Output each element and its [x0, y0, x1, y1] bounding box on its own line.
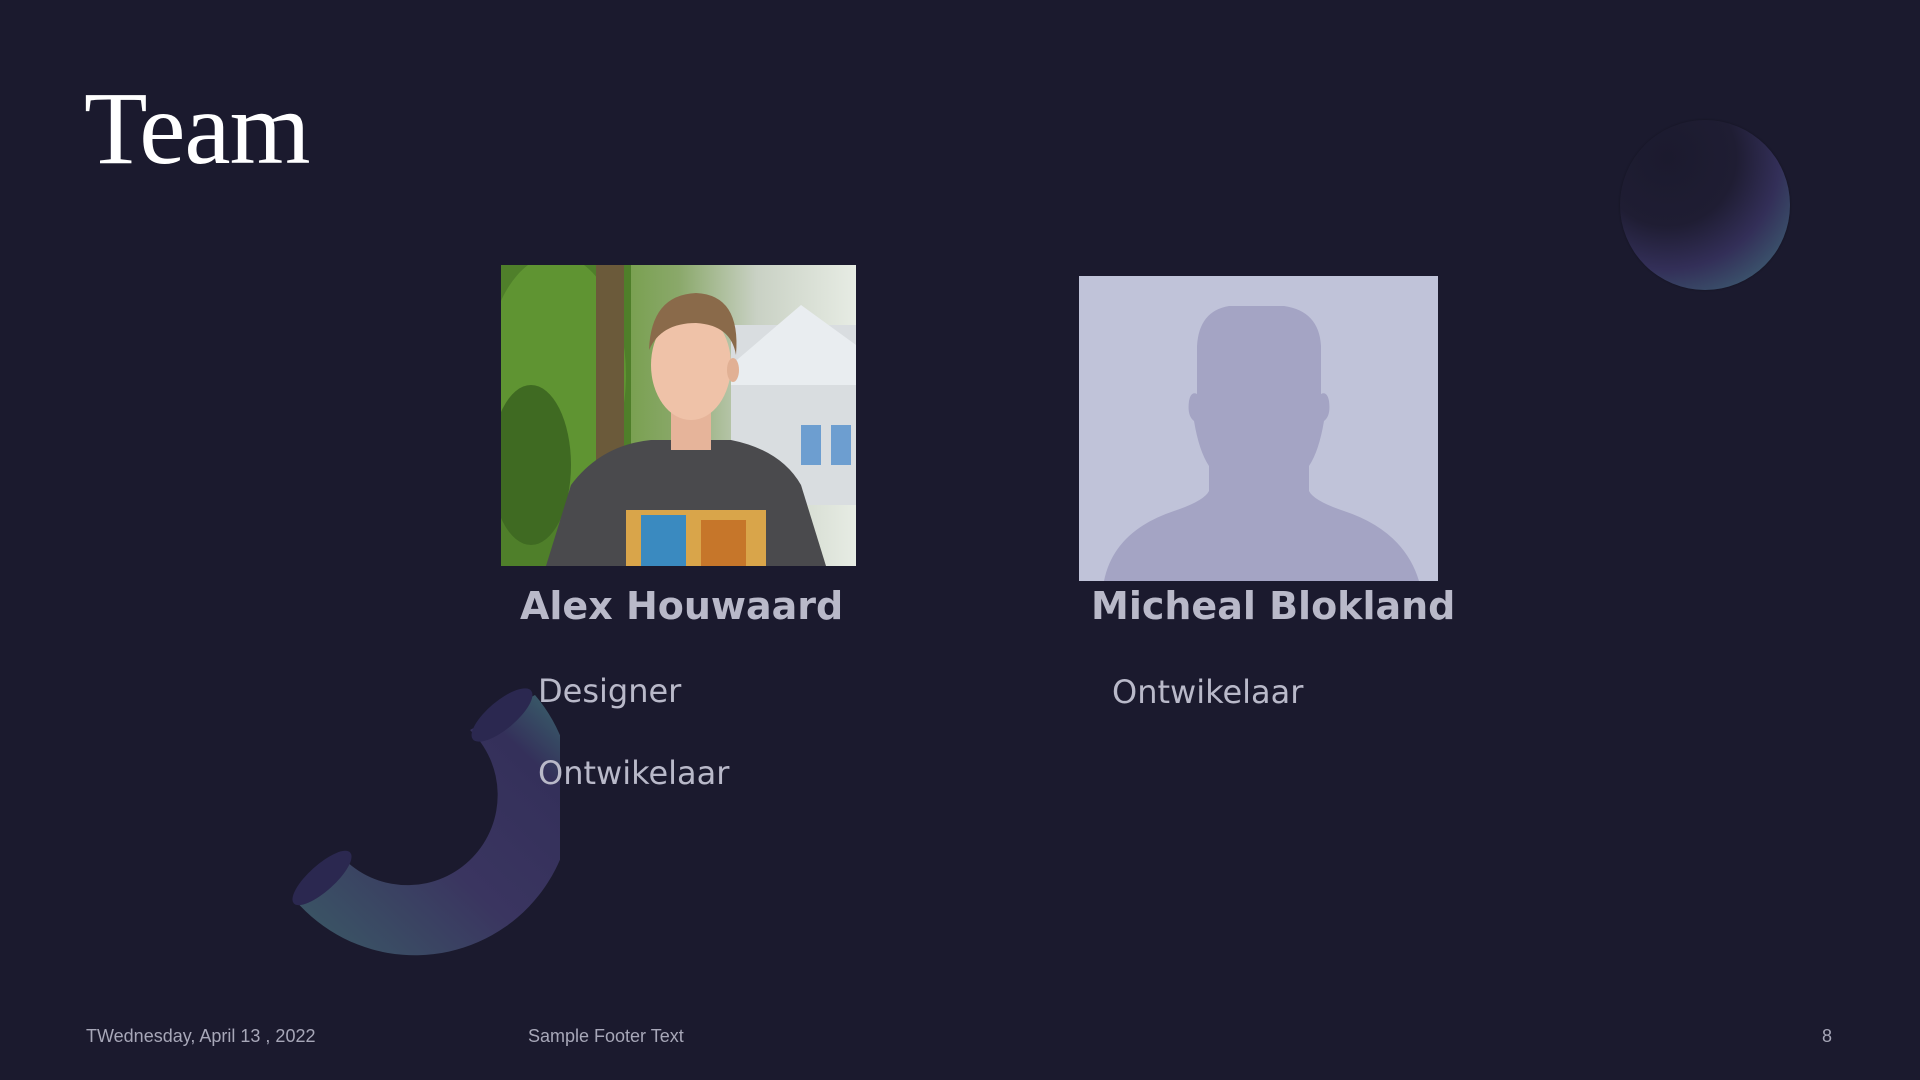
member-name-micheal: Micheal Blokland: [1091, 584, 1456, 628]
slide: Team Alex Houwaard Micheal Blokland Desi…: [0, 0, 1920, 1080]
sphere-decoration: [1620, 120, 1790, 290]
member-role-micheal-ontwikelaar: Ontwikelaar: [1112, 673, 1304, 711]
member-role-alex-designer: Designer: [538, 672, 682, 710]
alex-photo: [501, 265, 856, 566]
member-name-alex: Alex Houwaard: [520, 584, 844, 628]
member-role-alex-ontwikelaar: Ontwikelaar: [538, 754, 730, 792]
page-number: 8: [1822, 1026, 1833, 1046]
footer-date: TWednesday, April 13 , 2022: [86, 1026, 316, 1046]
footer-text: Sample Footer Text: [528, 1026, 684, 1046]
person-silhouette-icon: [1104, 306, 1419, 581]
micheal-placeholder-photo: [1079, 276, 1438, 581]
half-torus-decoration: [292, 688, 560, 956]
slide-title: Team: [84, 71, 310, 186]
